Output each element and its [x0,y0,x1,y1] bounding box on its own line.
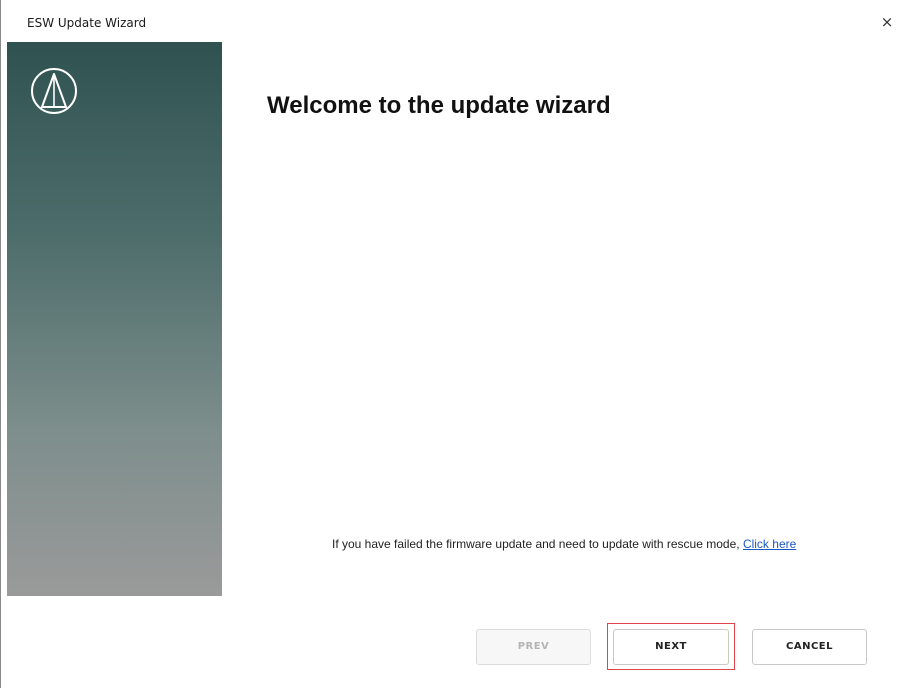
wizard-window: ESW Update Wizard × Welcome to the updat… [0,0,902,688]
rescue-mode-link[interactable]: Click here [743,537,796,551]
title-bar: ESW Update Wizard × [1,0,902,42]
cancel-button[interactable]: CANCEL [752,629,867,665]
sidebar-banner [7,42,222,596]
audio-technica-logo-icon [31,68,77,114]
rescue-mode-text: If you have failed the firmware update a… [332,537,743,551]
rescue-mode-notice: If you have failed the firmware update a… [332,537,796,551]
window-title: ESW Update Wizard [27,16,147,30]
prev-button[interactable]: PREV [476,629,591,665]
page-title: Welcome to the update wizard [267,92,611,119]
close-icon[interactable]: × [872,10,902,34]
next-button[interactable]: NEXT [613,629,729,665]
